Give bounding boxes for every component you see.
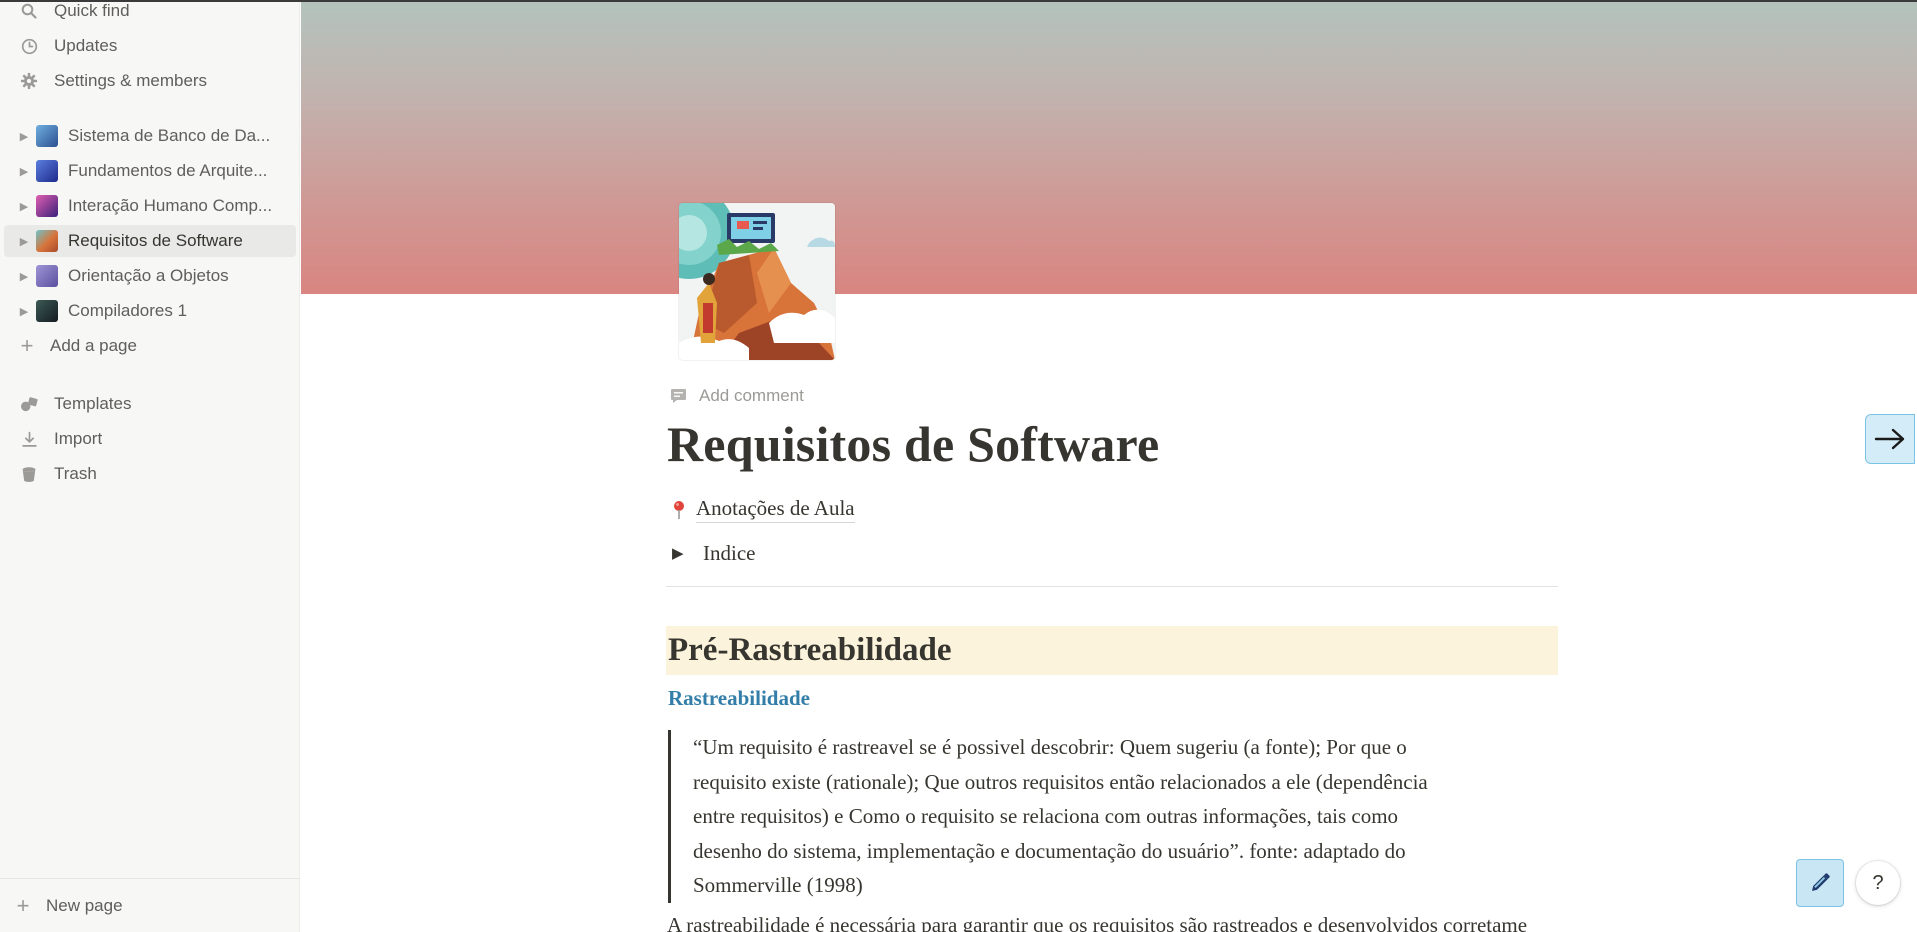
sidebar-page-compiladores[interactable]: ▶ Compiladores 1 [4, 295, 296, 327]
help-button[interactable]: ? [1856, 861, 1900, 905]
sidebar-trash[interactable]: Trash [4, 458, 296, 490]
page-icon[interactable] [679, 203, 835, 360]
comment-icon [670, 388, 687, 404]
mountain-illustration-icon [679, 203, 835, 360]
clock-icon [18, 35, 40, 57]
templates-icon [18, 393, 40, 415]
add-page-button[interactable]: + Add a page [4, 330, 296, 362]
paragraph-partially-visible[interactable]: A rastreabilidade é necessária para gara… [667, 913, 1527, 932]
quote-line: requisito existe (rationale); Que outros… [693, 769, 1428, 794]
sidebar-page-orientacao-objetos[interactable]: ▶ Orientação a Objetos [4, 260, 296, 292]
sidebar-quick-find[interactable]: Quick find [4, 0, 296, 27]
open-sidebar-arrow-button[interactable] [1865, 414, 1915, 464]
arrow-right-icon [1874, 428, 1905, 450]
page-thumbnail [36, 195, 58, 217]
caret-right-icon[interactable]: ▶ [18, 130, 30, 143]
sidebar-templates[interactable]: Templates [4, 388, 296, 420]
sidebar-page-requisitos-software[interactable]: ▶ Requisitos de Software [4, 225, 296, 257]
sidebar-item-label: Trash [54, 464, 97, 483]
pin-icon [672, 500, 686, 520]
sidebar-updates[interactable]: Updates [4, 30, 296, 62]
caret-right-icon[interactable]: ▶ [18, 165, 30, 178]
plus-icon: + [20, 333, 34, 358]
sidebar-item-label: Updates [54, 36, 118, 55]
new-page-label: New page [46, 895, 123, 915]
window-top-border [0, 0, 1917, 2]
search-icon [18, 0, 40, 22]
sidebar-import[interactable]: Import [4, 423, 296, 455]
add-comment-label: Add comment [699, 386, 804, 405]
page-thumbnail [36, 265, 58, 287]
sidebar-item-label: Add a page [50, 336, 137, 355]
caret-right-icon[interactable]: ▶ [18, 235, 30, 248]
pencil-icon [1812, 873, 1830, 891]
sidebar-item-label: Interação Humano Comp... [68, 196, 273, 215]
download-icon [18, 428, 40, 450]
heading-text: Pré-Rastreabilidade [668, 632, 952, 668]
sidebar-item-label: Orientação a Objetos [68, 266, 229, 285]
caret-right-icon[interactable]: ▶ [18, 305, 30, 318]
toggle-triangle-icon[interactable]: ▶ [672, 544, 692, 563]
page-thumbnail [36, 160, 58, 182]
sidebar: Quick find Updates Settings & members ▶ … [0, 0, 300, 932]
quote-line: entre requisitos) e Como o requisito se … [693, 804, 1399, 828]
caret-right-icon[interactable]: ▶ [18, 270, 30, 283]
sidebar-settings[interactable]: Settings & members [4, 65, 296, 97]
sidebar-page-fundamentos-arquitetura[interactable]: ▶ Fundamentos de Arquite... [4, 155, 296, 187]
add-comment-button[interactable]: Add comment [670, 386, 804, 406]
gear-icon [18, 70, 40, 92]
sidebar-item-label: Requisitos de Software [68, 231, 243, 250]
quote-line: “Um requisito é rastreavel se é possivel… [693, 735, 1407, 759]
sidebar-item-label: Templates [54, 394, 132, 413]
toggle-block-indice[interactable]: ▶ Indice [672, 541, 755, 566]
toggle-label: Indice [703, 541, 756, 565]
caret-right-icon[interactable]: ▶ [18, 200, 30, 213]
sidebar-item-label: Compiladores 1 [68, 301, 188, 320]
subheading-rastreabilidade[interactable]: Rastreabilidade [668, 686, 810, 711]
quote-block[interactable]: “Um requisito é rastreavel se é possivel… [668, 730, 1528, 903]
sidebar-item-label: Settings & members [54, 71, 208, 90]
page-thumbnail [36, 230, 58, 252]
quote-line: desenho do sistema, implementação e docu… [693, 838, 1406, 863]
plus-icon: + [16, 892, 30, 918]
divider [666, 586, 1558, 587]
heading-pre-rastreabilidade[interactable]: Pré-Rastreabilidade [666, 626, 1558, 675]
page-cover-image [301, 0, 1917, 294]
sidebar-item-label: Import [54, 429, 103, 448]
edit-button[interactable] [1796, 859, 1844, 907]
new-page-button[interactable]: + New page [0, 878, 300, 932]
quote-line: Sommerville (1998) [693, 873, 863, 897]
page-title[interactable]: Requisitos de Software [667, 415, 1159, 473]
page-link-anotacoes[interactable]: Anotações de Aula [672, 496, 855, 523]
sidebar-item-label: Fundamentos de Arquite... [68, 161, 268, 180]
page-link-label: Anotações de Aula [696, 496, 855, 523]
sidebar-page-banco-de-dados[interactable]: ▶ Sistema de Banco de Da... [4, 120, 296, 152]
sidebar-item-label: Sistema de Banco de Da... [68, 126, 271, 145]
sidebar-page-interacao-humano[interactable]: ▶ Interação Humano Comp... [4, 190, 296, 222]
page-thumbnail [36, 125, 58, 147]
trash-icon [18, 463, 40, 485]
sidebar-item-label: Quick find [54, 1, 130, 20]
page-thumbnail [36, 300, 58, 322]
